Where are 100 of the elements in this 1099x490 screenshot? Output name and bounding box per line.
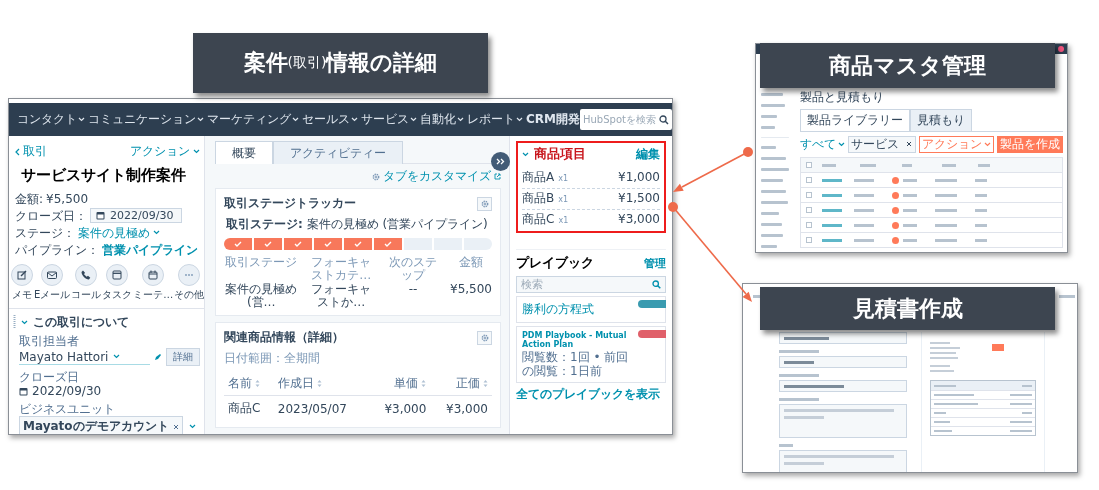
caret-icon [522,151,529,157]
caret-icon [457,117,464,122]
check-icon [383,241,392,247]
caret-icon [410,117,417,122]
tab[interactable]: アクティビティー [273,141,403,164]
date-field[interactable]: 2022/09/30 [90,208,183,223]
caret-icon [188,424,196,429]
item-quantity: x1 [558,173,570,185]
table-cell: 商品C [228,401,261,415]
settings-button[interactable] [477,196,492,211]
caret-icon [292,117,299,122]
manage-link[interactable]: 管理 [644,255,666,271]
quick-action-button[interactable]: その他 [174,264,204,302]
playbook-card[interactable]: PDM Playbook - Mutual Action Plan 閲覧数：1回 • 前回の閲覧：1日前 [516,326,666,383]
field-label: ビジネスユニット [19,402,116,416]
gear-icon [372,172,380,181]
caret-icon [516,117,523,122]
page-heading: 製品と見積もり [800,89,885,106]
nav-menu-item[interactable]: マーケティング [207,111,299,128]
nav-menu-item[interactable]: 自動化 [420,111,464,128]
sort-icon [255,379,260,388]
table-cell: 2023/05/07 [277,401,347,416]
field-label: クローズ日 [19,370,80,384]
column-value: ¥5,500 [450,283,492,298]
clear-icon[interactable] [906,141,912,147]
item-price: ¥1,000 [618,169,660,186]
nav-menu-item[interactable]: サービス [361,111,417,128]
item-name: 商品C [522,211,555,228]
avatar-icon [1058,46,1064,52]
settings-button[interactable] [477,330,492,345]
caret-icon [113,354,121,359]
field-link[interactable]: 営業パイプライン [102,241,198,258]
table-cell: ¥3,000 [384,401,427,416]
playbook-card[interactable]: 勝利の方程式 [516,296,666,323]
column-header[interactable]: 作成日 [277,375,322,392]
quick-action-button[interactable]: Eメール [34,264,71,302]
edit-link[interactable]: 編集 [636,145,660,163]
gear-icon [480,199,489,208]
quick-action-button[interactable]: ミーテ… [133,264,174,302]
playbook-title: 勝利の方程式 [522,301,595,318]
back-link[interactable]: 取引 [15,143,47,160]
date-range-text: 日付範囲：全期間 [224,350,321,367]
phone-icon [80,269,93,281]
field-value: 2022/09/30 [32,384,102,398]
column-header[interactable]: 正価 [456,375,488,392]
record-title: サービスサイト制作案件 [21,166,187,185]
details-button[interactable]: 詳細 [166,348,200,366]
field-dropdown[interactable]: 案件の見極め [78,224,160,241]
customize-tabs-link[interactable]: タブをカスタマイズ [372,168,501,185]
column-header[interactable]: 名前 [228,375,260,392]
actions-menu[interactable]: アクション [130,143,200,160]
sort-icon [316,379,322,388]
quick-action-button[interactable]: コール [71,264,102,302]
nav-menu-item[interactable]: コンタクト [17,111,85,128]
nav-menu-item[interactable]: レポート [467,111,523,128]
search-icon [659,114,669,125]
column-header[interactable]: 単価 [394,375,427,392]
search-icon [652,279,661,289]
quick-action-button[interactable]: タスク [102,264,133,302]
item-name: 商品B [522,190,555,207]
unit-tag: Mayatoのデモアカウント [19,416,183,434]
column-value: 案件の見極め (営… [224,283,299,309]
caret-icon [193,149,200,154]
column-value: フォーキャストか… [310,283,373,309]
column-label: 次のステップ [388,256,439,282]
expand-toggle[interactable] [21,319,28,325]
check-icon [264,241,273,247]
check-icon [234,241,243,247]
search-field[interactable]: HubSpotを検索 [580,109,672,130]
filter-dropdown[interactable]: すべて [800,136,845,153]
nav-menu-item[interactable]: CRM開発 [526,111,580,128]
nav-menu-item[interactable]: セールス [302,111,358,128]
window-icon [111,269,124,281]
search-field[interactable]: サービス [848,136,916,153]
pencil-icon[interactable] [154,353,162,361]
gear-icon [480,333,489,342]
remove-icon[interactable] [172,423,179,430]
check-icon [353,241,362,247]
caret-icon [21,319,28,325]
column-value: -- [407,283,419,298]
column-label: 金額 [458,256,484,271]
sort-icon [483,379,488,388]
tab[interactable]: 概要 [215,141,273,164]
panel-title: プレイブック [516,254,594,272]
edit-icon [16,269,28,281]
caret-icon [197,117,204,122]
card-title: 関連商品情報（詳細） [224,329,344,346]
external-link-icon [494,173,501,180]
view-all-link[interactable]: 全てのプレイブックを表示 [516,386,660,403]
field-label: 金額: [15,190,44,207]
nav-menu-item[interactable]: コミュニケーション [88,111,204,128]
tab[interactable]: 見積もり [910,109,972,131]
playbook-title: PDM Playbook - Mutual Action Plan [522,331,628,349]
panel-title: 商品項目 [534,145,587,163]
tab[interactable]: 製品ライブラリー [800,109,910,131]
field-value: ¥5,500 [46,190,89,207]
search-field[interactable]: 検索 [516,276,666,293]
check-icon [324,241,333,247]
playbook-meta: 閲覧数：1回 • 前回の閲覧：1日前 [522,350,630,378]
owner-dropdown[interactable]: Mayato Hattori [19,349,150,365]
